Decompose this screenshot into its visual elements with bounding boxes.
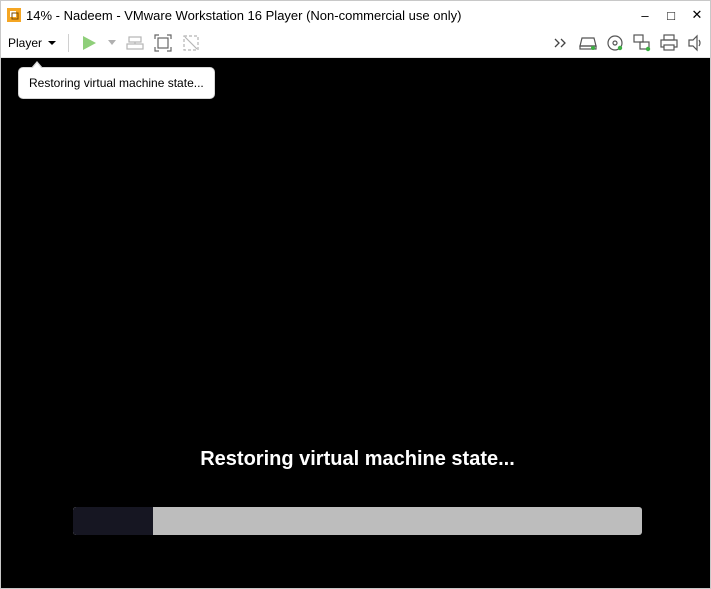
more-icon[interactable] <box>551 33 571 53</box>
window-title: 14% - Nadeem - VMware Workstation 16 Pla… <box>26 7 462 23</box>
dropdown-caret-icon[interactable] <box>107 33 117 53</box>
restore-progress-fill <box>73 507 153 535</box>
maximize-button[interactable]: □ <box>658 1 684 29</box>
toolbar-separator <box>68 34 70 52</box>
unity-icon[interactable] <box>181 33 201 53</box>
player-menu-button[interactable]: Player <box>8 32 57 54</box>
play-icon[interactable] <box>79 33 99 53</box>
toolbar-left-group <box>79 33 201 53</box>
sound-card-icon[interactable] <box>686 33 706 53</box>
status-tooltip: Restoring virtual machine state... <box>18 61 215 99</box>
player-menu-label: Player <box>8 36 43 50</box>
tooltip-text: Restoring virtual machine state... <box>29 76 204 90</box>
chevron-down-icon <box>48 41 57 45</box>
restore-progress-bar <box>73 507 642 535</box>
network-adapter-icon[interactable] <box>632 33 652 53</box>
restore-status-message: Restoring virtual machine state... <box>200 448 515 470</box>
vmware-app-icon <box>6 7 22 23</box>
title-bar: 14% - Nadeem - VMware Workstation 16 Pla… <box>1 1 710 29</box>
cd-dvd-icon[interactable] <box>605 33 625 53</box>
printer-icon[interactable] <box>659 33 679 53</box>
fit-guest-icon[interactable] <box>153 33 173 53</box>
window-controls: – □ ✕ <box>632 1 710 29</box>
player-toolbar: Player <box>1 29 710 58</box>
minimize-button[interactable]: – <box>632 1 658 29</box>
send-ctrl-alt-del-icon[interactable] <box>125 33 145 53</box>
vmware-player-window: 14% - Nadeem - VMware Workstation 16 Pla… <box>0 0 711 589</box>
toolbar-right-group <box>551 33 706 53</box>
vm-display[interactable]: Restoring virtual machine state... <box>1 58 710 588</box>
close-button[interactable]: ✕ <box>684 1 710 29</box>
hard-disk-icon[interactable] <box>578 33 598 53</box>
